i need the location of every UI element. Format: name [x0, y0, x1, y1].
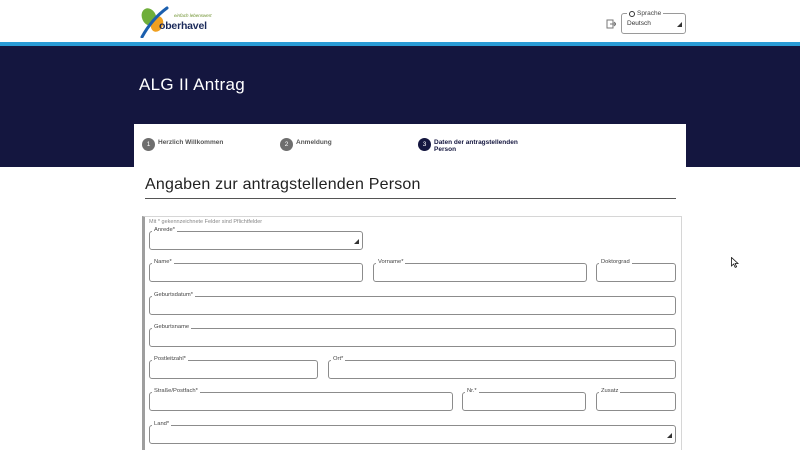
geburtsname-label: Geburtsname	[152, 324, 192, 331]
land-label: Land*	[152, 421, 172, 428]
nr-input[interactable]	[462, 392, 586, 411]
step-1[interactable]: 1 Herzlich Willkommen	[142, 138, 223, 151]
page-title: ALG II Antrag	[139, 75, 245, 94]
step-label: Daten der antragstellenden Person	[434, 139, 518, 153]
step-label: Anmeldung	[296, 139, 332, 146]
step-label-line1: Daten der antragstellenden	[434, 139, 518, 146]
geburtsdatum-label: Geburtsdatum*	[152, 292, 195, 299]
required-hint: Mit * gekennzeichnete Felder sind Pflich…	[149, 219, 263, 225]
step-number: 2	[280, 138, 293, 151]
land-select[interactable]	[149, 425, 676, 444]
nr-label: Nr.*	[465, 388, 479, 395]
language-legend: Sprache	[627, 10, 664, 17]
login-icon[interactable]	[606, 19, 616, 29]
language-legend-label: Sprache	[637, 10, 662, 17]
step-number: 3	[418, 138, 431, 151]
geburtsdatum-input[interactable]	[149, 296, 676, 315]
oberhavel-logo[interactable]: einfach lebenswert oberhavel	[140, 4, 212, 38]
chevron-down-icon	[667, 433, 672, 438]
section-title: Angaben zur antragstellenden Person	[145, 176, 421, 193]
chevron-down-icon	[354, 239, 359, 244]
language-value: Deutsch	[627, 20, 651, 27]
step-number: 1	[142, 138, 155, 151]
anrede-select[interactable]	[149, 231, 363, 250]
doktorgrad-label: Doktorgrad	[599, 259, 632, 266]
step-3[interactable]: 3 Daten der antragstellenden Person	[418, 138, 518, 153]
page: einfach lebenswert oberhavel Sprache Deu…	[0, 0, 800, 450]
logo-tagline: einfach lebenswert	[174, 13, 212, 18]
step-label-line2: Person	[434, 146, 457, 153]
vorname-label: Vorname*	[376, 259, 406, 266]
step-label: Herzlich Willkommen	[158, 139, 224, 146]
geburtsname-input[interactable]	[149, 328, 676, 347]
name-input[interactable]	[149, 263, 363, 282]
anrede-label: Anrede*	[152, 227, 177, 234]
step-2[interactable]: 2 Anmeldung	[280, 138, 332, 151]
chevron-down-icon	[677, 22, 682, 27]
ort-label: Ort*	[331, 356, 346, 363]
mouse-cursor-icon	[731, 257, 739, 268]
zusatz-label: Zusatz	[599, 388, 621, 395]
globe-icon	[629, 10, 635, 17]
name-label: Name*	[152, 259, 174, 266]
ort-input[interactable]	[328, 360, 676, 379]
logo-name: oberhavel	[159, 20, 207, 32]
postleitzahl-label: Postleitzahl*	[152, 356, 188, 363]
section-divider	[145, 198, 676, 199]
strasse-label: Straße/Postfach*	[152, 388, 200, 395]
